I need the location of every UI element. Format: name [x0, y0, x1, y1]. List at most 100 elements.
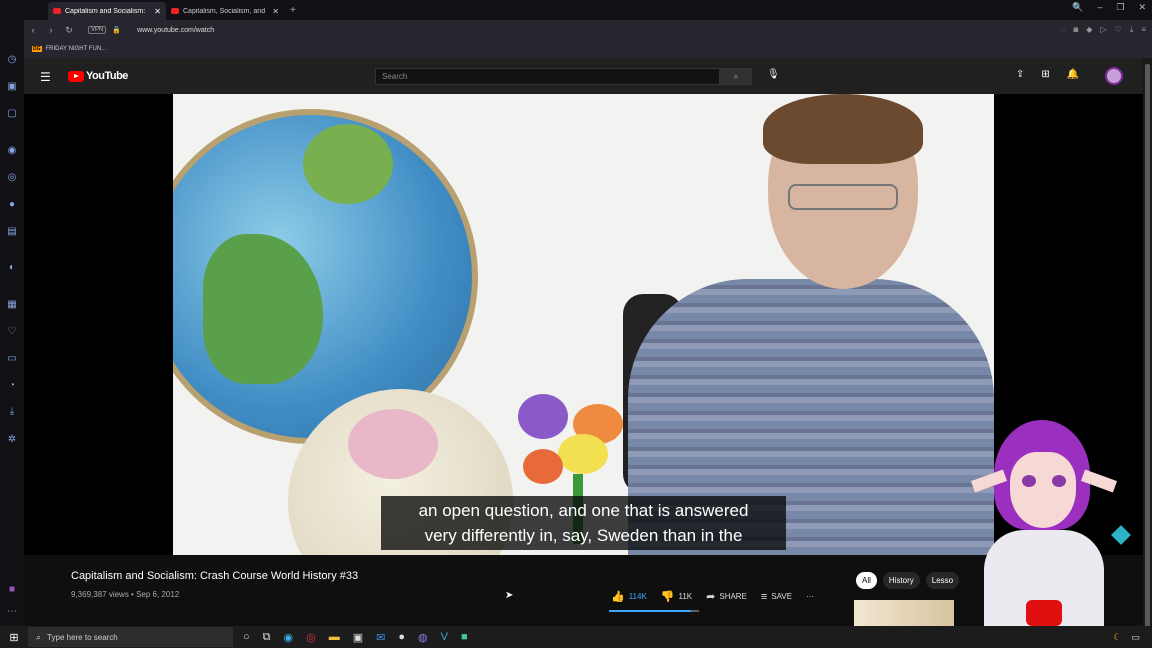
youtube-logo[interactable]: YouTube [68, 70, 128, 82]
close-tab-icon[interactable]: ✕ [154, 7, 161, 16]
upload-icon[interactable]: ⇪ [1016, 69, 1024, 80]
view-count: 9,369,387 views [71, 590, 129, 599]
player-icon[interactable]: ◐ [6, 262, 18, 274]
restore-icon[interactable]: ❐ [1116, 2, 1124, 13]
instagram-icon[interactable]: ◎ [6, 172, 18, 184]
messenger-icon[interactable]: ◉ [6, 145, 18, 157]
windows-start-icon[interactable]: ⊞ [0, 631, 28, 644]
vtuber-youtube-logo-icon [1026, 600, 1062, 626]
more-icon[interactable]: ⋯ [6, 606, 18, 618]
back-icon[interactable]: ‹ [24, 25, 42, 35]
like-ratio-fill [609, 610, 691, 612]
search-button[interactable]: ⌕ [720, 68, 752, 85]
window-controls: 🔍 – ❐ ✕ [1072, 2, 1146, 13]
twitch-icon[interactable]: ▢ [6, 108, 18, 120]
page-scrollbar[interactable] [1143, 58, 1152, 629]
vtuber-avatar-overlay [966, 420, 1131, 626]
more-icon: ··· [806, 592, 815, 601]
tab-capitalism-socialism[interactable]: Capitalism, Socialism, and ✕ [166, 2, 284, 20]
whatsapp-icon[interactable]: ● [6, 199, 18, 211]
history-icon[interactable]: ◷ [6, 54, 18, 66]
share-button[interactable]: ➦ SHARE [706, 590, 747, 603]
like-button[interactable]: 👍 114K [611, 590, 647, 603]
file-explorer-icon[interactable]: ▬ [329, 631, 340, 644]
dislike-count: 11K [678, 592, 693, 601]
bell-icon[interactable]: 🔔 [1067, 69, 1079, 80]
windows-taskbar: ⊞ ⌕ Type here to search ○ ⧉ ◉ ◎ ▬ ▣ ✉ ● … [0, 626, 1152, 648]
flower-petal [558, 434, 608, 474]
address-tools: ◌ ◙ ◆ ▷ ♡ ⤓ ≡ [1061, 25, 1152, 35]
menu-icon[interactable]: ≡ [1141, 25, 1146, 35]
close-tab-icon[interactable]: ✕ [272, 7, 279, 16]
scrollbar-thumb[interactable] [1145, 64, 1150, 629]
search-icon: ⌕ [36, 631, 42, 642]
tab-capitalism-active[interactable]: Capitalism and Socialism: ✕ [48, 2, 166, 20]
wallet-icon[interactable]: ◆ [1086, 25, 1092, 35]
hamburger-menu-icon[interactable]: ☰ [40, 70, 51, 84]
forward-icon[interactable]: › [42, 25, 60, 35]
tab-title: Capitalism and Socialism: [65, 7, 146, 15]
close-window-icon[interactable]: ✕ [1138, 2, 1146, 13]
video-frame[interactable]: an open question, and one that is answer… [173, 94, 994, 555]
caption-line: an open question, and one that is answer… [418, 501, 749, 520]
youtube-favicon-icon [171, 8, 179, 14]
taskbar-search-input[interactable]: ⌕ Type here to search [28, 627, 233, 647]
taskbar-apps: ○ ⧉ ◉ ◎ ▬ ▣ ✉ ● ◍ V ■ [243, 631, 468, 644]
chip-all[interactable]: All [856, 572, 877, 589]
save-button[interactable]: ≡ SAVE [761, 591, 792, 603]
store-icon[interactable]: ▣ [353, 631, 363, 644]
mail-icon[interactable]: ✉ [376, 631, 385, 644]
header-actions: ⇪ ⊞ 🔔 [1016, 69, 1079, 80]
bookmark-friday-night[interactable]: FRIDAY NIGHT FUN... [46, 46, 107, 52]
cortana-icon[interactable]: ○ [243, 631, 250, 644]
related-video-thumbnail[interactable] [854, 600, 954, 626]
vpn-badge[interactable]: VPN [88, 26, 107, 34]
flower-petal [518, 394, 568, 439]
heart-icon[interactable]: ♡ [1115, 25, 1122, 35]
avatar[interactable] [1105, 67, 1123, 85]
new-tab-button[interactable]: + [290, 5, 296, 16]
minimize-icon[interactable]: – [1097, 2, 1102, 13]
apps-icon[interactable]: ⊞ [1041, 69, 1049, 80]
chip-history[interactable]: History [882, 572, 920, 589]
search-input[interactable]: Search [375, 68, 720, 85]
url-field[interactable]: www.youtube.com/watch [137, 27, 214, 34]
video-title: Capitalism and Socialism: Crash Course W… [71, 570, 359, 582]
more-actions-button[interactable]: ··· [806, 592, 814, 601]
share-label: SHARE [719, 592, 747, 601]
discord-icon[interactable]: ▤ [6, 226, 18, 238]
news-icon[interactable]: ▭ [6, 353, 18, 365]
chip-lessons[interactable]: Lesso [925, 572, 960, 589]
extension-icon[interactable]: ■ [6, 584, 18, 596]
night-mode-icon[interactable]: ☾ [1113, 632, 1121, 643]
heart-icon[interactable]: ♡ [6, 326, 18, 338]
reload-icon[interactable]: ↻ [60, 25, 78, 36]
play-icon[interactable]: ▷ [1100, 25, 1106, 35]
camera-icon[interactable]: ◙ [1073, 25, 1078, 35]
download-icon[interactable]: ⤓ [1130, 25, 1134, 35]
search-tabs-icon[interactable]: 🔍 [1072, 2, 1083, 13]
dislike-button[interactable]: 👎 11K [661, 590, 692, 603]
related-chips: All History Lesso [856, 572, 960, 589]
app-icon[interactable]: ■ [461, 631, 468, 644]
person-glasses [788, 184, 898, 210]
browser-sidebar: ◯ ◷ ▣ ▢ ◉ ◎ ● ▤ ◐ ▦ ♡ ▭ ◔ ⤓ ✲ ■ ⋯ [0, 0, 24, 626]
settings-icon[interactable]: ✲ [6, 434, 18, 446]
microphone-icon[interactable]: 🎙 [767, 69, 780, 80]
shield-icon[interactable]: ◌ [1061, 25, 1066, 35]
download-icon[interactable]: ⤓ [6, 406, 18, 418]
edge-icon[interactable]: ◉ [284, 631, 294, 644]
vtube-studio-icon[interactable]: V [441, 631, 448, 644]
grid-icon[interactable]: ▦ [6, 299, 18, 311]
bag-icon[interactable]: ▣ [6, 81, 18, 93]
opera-gx-icon[interactable]: ◎ [306, 631, 316, 644]
meta-separator: • [128, 590, 137, 599]
notifications-icon[interactable]: ▭ [1131, 632, 1140, 643]
thumbs-up-icon: 👍 [611, 591, 625, 603]
like-count: 114K [628, 592, 647, 601]
alien-app-icon[interactable]: ● [398, 631, 405, 644]
clock-icon[interactable]: ◔ [6, 380, 18, 392]
tab-bar: Capitalism and Socialism: ✕ Capitalism, … [0, 0, 1152, 20]
task-view-icon[interactable]: ⧉ [263, 631, 271, 644]
discord-icon[interactable]: ◍ [418, 631, 428, 644]
